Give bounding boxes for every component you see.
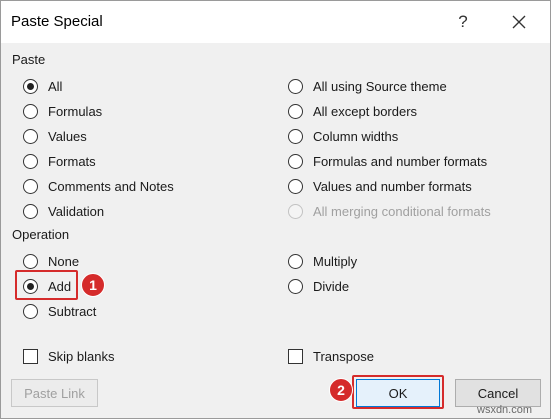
radio-operation-none[interactable]: None	[23, 251, 79, 271]
radio-indicator	[288, 78, 303, 94]
radio-label: Multiply	[313, 253, 358, 269]
radio-indicator	[288, 253, 303, 269]
radio-label: Divide	[313, 278, 350, 294]
title-bar: Paste Special ?	[1, 1, 550, 43]
radio-operation-subtract[interactable]: Subtract	[23, 301, 96, 321]
radio-indicator	[23, 153, 38, 169]
radio-indicator	[23, 303, 38, 319]
checkbox-label: Transpose	[313, 348, 374, 364]
radio-indicator	[288, 103, 303, 119]
radio-label: Column widths	[313, 128, 399, 144]
radio-paste-formulas[interactable]: Formulas	[23, 101, 102, 121]
radio-operation-divide[interactable]: Divide	[288, 276, 349, 296]
radio-indicator	[288, 178, 303, 194]
cancel-button[interactable]: Cancel	[455, 379, 541, 407]
radio-label: All using Source theme	[313, 78, 447, 94]
checkbox-indicator	[288, 348, 303, 364]
radio-label: Subtract	[48, 303, 97, 319]
radio-indicator	[23, 128, 38, 144]
radio-paste-all[interactable]: All	[23, 76, 62, 96]
radio-paste-formats[interactable]: Formats	[23, 151, 96, 171]
radio-paste-values[interactable]: Values	[23, 126, 87, 146]
radio-label: Values and number formats	[313, 178, 472, 194]
paste-link-button[interactable]: Paste Link	[11, 379, 98, 407]
radio-label: Formulas	[48, 103, 103, 119]
ok-button[interactable]: OK	[356, 379, 440, 407]
radio-indicator	[288, 203, 303, 219]
radio-paste-source-theme[interactable]: All using Source theme	[288, 76, 447, 96]
radio-paste-except-borders[interactable]: All except borders	[288, 101, 417, 121]
dialog-title: Paste Special	[11, 13, 103, 30]
radio-indicator	[288, 278, 303, 294]
radio-label: Formulas and number formats	[313, 153, 488, 169]
step-badge-2: 2	[329, 378, 353, 402]
skip-blanks-checkbox[interactable]: Skip blanks	[23, 346, 114, 366]
radio-paste-merging-conditional[interactable]: All merging conditional formats	[288, 201, 491, 221]
radio-indicator	[23, 178, 38, 194]
radio-indicator	[23, 253, 38, 269]
help-button[interactable]: ?	[449, 7, 477, 37]
close-button[interactable]	[504, 7, 534, 37]
radio-paste-column-widths[interactable]: Column widths	[288, 126, 398, 146]
paste-special-dialog: Paste Special ? Paste All Formulas Value…	[0, 0, 551, 419]
radio-indicator	[23, 103, 38, 119]
radio-label: None	[48, 253, 80, 269]
transpose-checkbox[interactable]: Transpose	[288, 346, 374, 366]
radio-label: All except borders	[313, 103, 418, 119]
radio-label: Comments and Notes	[48, 178, 174, 194]
radio-label: Validation	[48, 203, 105, 219]
radio-indicator	[23, 78, 38, 94]
radio-paste-validation[interactable]: Validation	[23, 201, 104, 221]
radio-paste-values-number-formats[interactable]: Values and number formats	[288, 176, 472, 196]
paste-section-label: Paste	[12, 52, 46, 67]
radio-paste-comments-notes[interactable]: Comments and Notes	[23, 176, 174, 196]
radio-label: All merging conditional formats	[313, 203, 491, 219]
radio-indicator	[288, 128, 303, 144]
radio-operation-multiply[interactable]: Multiply	[288, 251, 357, 271]
radio-paste-formulas-number-formats[interactable]: Formulas and number formats	[288, 151, 487, 171]
highlight-add-option	[15, 270, 78, 300]
checkbox-label: Skip blanks	[48, 348, 115, 364]
radio-label: Formats	[48, 153, 96, 169]
step-badge-1: 1	[81, 273, 105, 297]
checkbox-indicator	[23, 348, 38, 364]
radio-label: Values	[48, 128, 87, 144]
close-icon	[512, 15, 526, 29]
help-icon: ?	[458, 12, 468, 31]
radio-indicator	[288, 153, 303, 169]
radio-indicator	[23, 203, 38, 219]
radio-label: All	[48, 78, 63, 94]
operation-section-label: Operation	[12, 227, 70, 242]
watermark-text: wsxdn.com	[477, 404, 533, 416]
